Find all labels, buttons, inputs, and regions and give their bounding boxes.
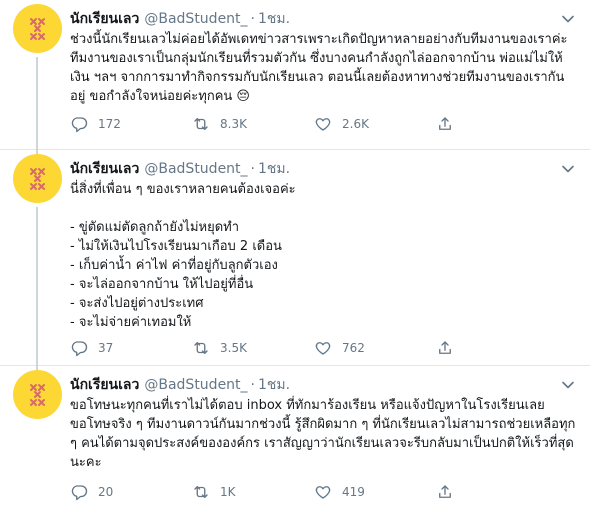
avatar[interactable]	[13, 4, 62, 53]
timestamp[interactable]: 1ชม.	[258, 9, 290, 29]
reply-count: 37	[98, 341, 114, 355]
chevron-down-icon[interactable]	[560, 161, 576, 177]
share-button[interactable]	[436, 339, 558, 357]
tweet-header: นักเรียนเลว @BadStudent_ · 1ชม.	[70, 375, 576, 395]
avatar[interactable]	[13, 370, 62, 419]
thread-line	[36, 207, 38, 366]
share-icon	[439, 117, 451, 130]
like-count: 762	[342, 341, 365, 355]
retweet-button[interactable]: 1K	[192, 483, 314, 501]
tweet-header: นักเรียนเลว @BadStudent_ · 1ชม.	[70, 159, 576, 179]
retweet-count: 3.5K	[220, 341, 247, 355]
chevron-down-icon[interactable]	[560, 377, 576, 393]
display-name[interactable]: นักเรียนเลว	[70, 9, 139, 29]
separator-dot: ·	[250, 377, 255, 393]
username[interactable]: @BadStudent_	[144, 375, 247, 395]
separator-dot: ·	[250, 11, 255, 27]
timestamp[interactable]: 1ชม.	[258, 159, 290, 179]
share-icon	[439, 341, 451, 354]
thread-line	[36, 57, 38, 150]
heart-icon	[315, 342, 331, 355]
heart-icon	[315, 486, 331, 499]
tweet[interactable]: นักเรียนเลว @BadStudent_ · 1ชม. นี่สิ่งท…	[0, 150, 590, 366]
heart-icon	[315, 118, 331, 131]
reply-button[interactable]: 37	[70, 339, 192, 357]
tweet[interactable]: นักเรียนเลว @BadStudent_ · 1ชม. ช่วงนี้น…	[0, 0, 590, 150]
retweet-button[interactable]: 3.5K	[192, 339, 314, 357]
retweet-icon	[194, 342, 208, 354]
chevron-down-icon[interactable]	[560, 11, 576, 27]
tweet-text: นี่สิ่งที่เพื่อน ๆ ของเราหลายคนต้องเจอค่…	[70, 182, 296, 330]
username[interactable]: @BadStudent_	[144, 159, 247, 179]
display-name[interactable]: นักเรียนเลว	[70, 375, 139, 395]
reply-count: 172	[98, 117, 121, 131]
username[interactable]: @BadStudent_	[144, 9, 247, 29]
reply-button[interactable]: 172	[70, 115, 192, 133]
like-button[interactable]: 419	[314, 483, 436, 501]
tweet[interactable]: นักเรียนเลว @BadStudent_ · 1ชม. ขอโทษนะท…	[0, 366, 590, 505]
retweet-count: 8.3K	[220, 117, 247, 131]
retweet-icon	[194, 118, 208, 130]
avatar[interactable]	[13, 154, 62, 203]
like-button[interactable]: 2.6K	[314, 115, 436, 133]
like-button[interactable]: 762	[314, 339, 436, 357]
share-icon	[439, 485, 451, 498]
reply-icon	[71, 485, 88, 501]
avatar-logo-icon	[30, 384, 45, 406]
display-name[interactable]: นักเรียนเลว	[70, 159, 139, 179]
tweet-text: ขอโทษนะทุกคนที่เราไม่ได้ตอบ inbox ที่ทัก…	[70, 398, 576, 470]
timestamp[interactable]: 1ชม.	[258, 375, 290, 395]
retweet-button[interactable]: 8.3K	[192, 115, 314, 133]
tweet-header: นักเรียนเลว @BadStudent_ · 1ชม.	[70, 9, 576, 29]
reply-icon	[71, 341, 88, 357]
separator-dot: ·	[250, 161, 255, 177]
share-button[interactable]	[436, 483, 558, 501]
reply-count: 20	[98, 485, 114, 499]
retweet-icon	[194, 486, 208, 498]
like-count: 419	[342, 485, 365, 499]
avatar-logo-icon	[30, 168, 45, 190]
tweet-text: ช่วงนี้นักเรียนเลวไม่ค่อยได้อัพเดทข่าวสา…	[70, 32, 568, 104]
reply-button[interactable]: 20	[70, 483, 192, 501]
like-count: 2.6K	[342, 117, 369, 131]
share-button[interactable]	[436, 115, 558, 133]
avatar-logo-icon	[30, 18, 45, 40]
retweet-count: 1K	[220, 485, 236, 499]
reply-icon	[71, 117, 88, 133]
